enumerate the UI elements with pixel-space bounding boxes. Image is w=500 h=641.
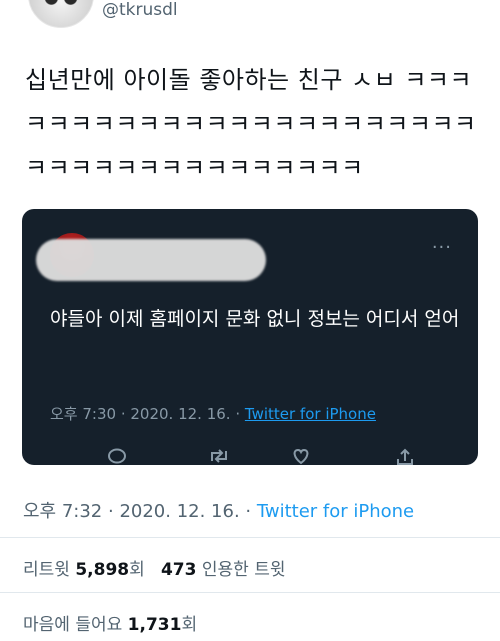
- redacted-name: [36, 239, 266, 281]
- share-icon[interactable]: [394, 447, 416, 465]
- reply-icon[interactable]: [106, 447, 128, 465]
- retweet-stats[interactable]: 리트윗 5,898회 473 인용한 트윗: [23, 555, 285, 580]
- tweet-header: @tkrusdl: [0, 0, 500, 40]
- divider: [0, 537, 500, 538]
- divider: [0, 592, 500, 593]
- source-link[interactable]: Twitter for iPhone: [257, 501, 414, 522]
- retweets-label: 리트윗: [23, 560, 70, 580]
- likes-count: 1,731: [127, 615, 182, 635]
- tweet-meta: 오후 7:32 · 2020. 12. 16. · Twitter for iP…: [23, 501, 415, 522]
- tweet-time: 오후 7:32: [23, 501, 103, 522]
- tweet-text: 십년만에 아이돌 좋아하는 친구 ㅅㅂ ㅋㅋㅋㅋㅋㅋㅋㅋㅋㅋㅋㅋㅋㅋㅋㅋㅋㅋㅋㅋ…: [25, 66, 477, 182]
- quoted-tweet-meta: 오후 7:30 · 2020. 12. 16. · Twitter for iP…: [50, 405, 376, 423]
- quoted-date: 2020. 12. 16.: [130, 405, 231, 423]
- retweets-unit: 회: [129, 560, 145, 580]
- likes-unit: 회: [181, 615, 198, 635]
- quoted-actions: [22, 447, 478, 465]
- likes-label: 마음에 들어요: [23, 615, 123, 635]
- quoted-time: 오후 7:30: [50, 405, 117, 423]
- quotes-label: 인용한 트윗: [201, 560, 286, 580]
- user-handle[interactable]: @tkrusdl: [102, 0, 178, 20]
- like-icon[interactable]: [290, 447, 312, 465]
- retweet-icon[interactable]: [208, 447, 230, 465]
- like-stats[interactable]: 마음에 들어요 1,731회: [23, 610, 197, 635]
- quoted-tweet[interactable]: ··· 야들아 이제 홈페이지 문화 없니 정보는 어디서 얻어 오후 7:30…: [22, 209, 478, 465]
- tweet-date: 2020. 12. 16.: [119, 501, 240, 522]
- quoted-tweet-text: 야들아 이제 홈페이지 문화 없니 정보는 어디서 얻어: [50, 308, 460, 330]
- avatar[interactable]: [28, 0, 94, 28]
- more-dots-icon[interactable]: ···: [432, 237, 452, 258]
- quoted-source-link[interactable]: Twitter for iPhone: [245, 405, 376, 423]
- retweets-count: 5,898: [75, 560, 130, 580]
- quotes-count: 473: [160, 560, 197, 580]
